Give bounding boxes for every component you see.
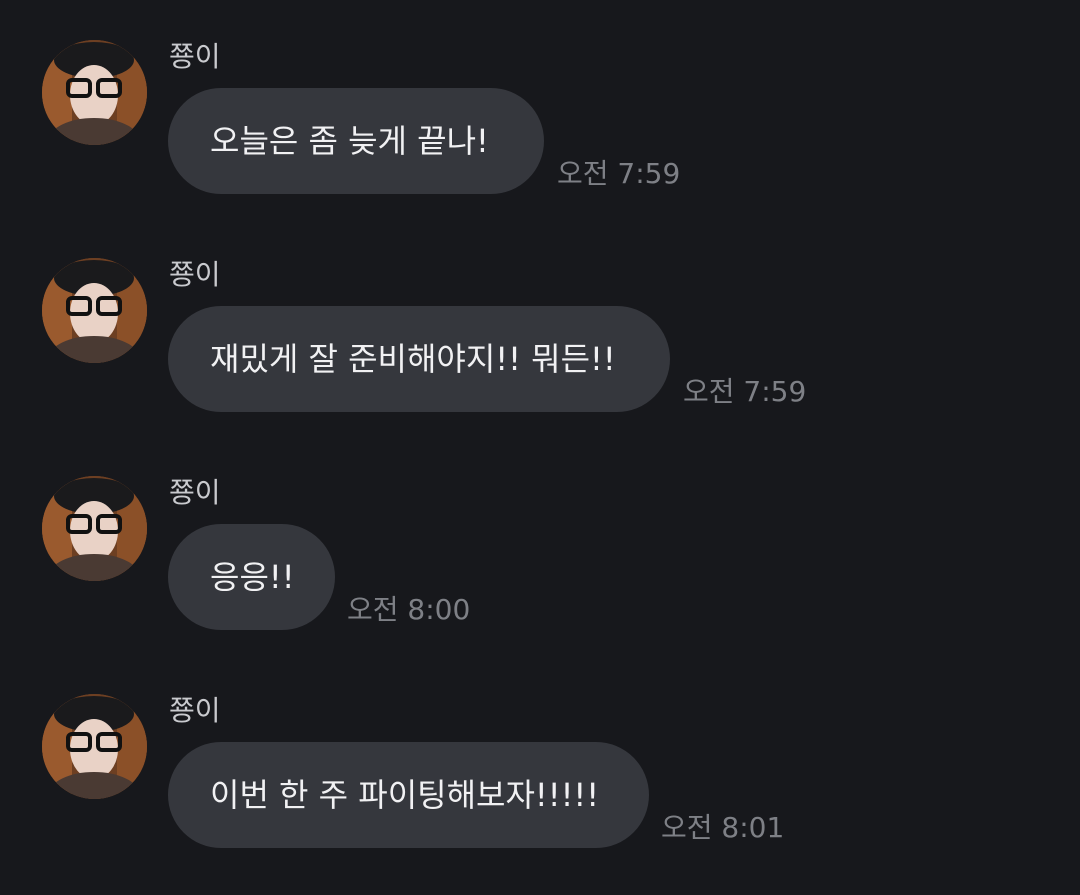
message-bubble[interactable]: 재밌게 잘 준비해야지!! 뭐든!! <box>168 306 670 412</box>
avatar[interactable] <box>42 40 147 145</box>
message-time: 오전 8:00 <box>347 593 471 626</box>
message-row: 쭁이 재밌게 잘 준비해야지!! 뭐든!! 오전 7:59 <box>0 218 1080 418</box>
sender-name: 쭁이 <box>169 40 221 73</box>
chat-list: 쭁이 오늘은 좀 늦게 끝나! 오전 7:59 쭁이 재밌게 잘 준비해야지!!… <box>0 0 1080 895</box>
message-time: 오전 7:59 <box>683 375 807 408</box>
avatar[interactable] <box>42 694 147 799</box>
message-row: 쭁이 이번 한 주 파이팅해보자!!!!! 오전 8:01 <box>0 654 1080 854</box>
sender-name: 쭁이 <box>169 258 221 291</box>
message-row: 쭁이 응응!! 오전 8:00 <box>0 436 1080 636</box>
message-bubble[interactable]: 오늘은 좀 늦게 끝나! <box>168 88 544 194</box>
profile-photo-icon <box>42 476 147 581</box>
message-time: 오전 8:01 <box>661 811 785 844</box>
profile-photo-icon <box>42 694 147 799</box>
message-bubble[interactable]: 이번 한 주 파이팅해보자!!!!! <box>168 742 649 848</box>
message-time: 오전 7:59 <box>557 157 681 190</box>
profile-photo-icon <box>42 40 147 145</box>
message-bubble[interactable]: 응응!! <box>168 524 335 630</box>
sender-name: 쭁이 <box>169 476 221 509</box>
message-row: 쭁이 오늘은 좀 늦게 끝나! 오전 7:59 <box>0 0 1080 200</box>
avatar[interactable] <box>42 258 147 363</box>
sender-name: 쭁이 <box>169 694 221 727</box>
avatar[interactable] <box>42 476 147 581</box>
profile-photo-icon <box>42 258 147 363</box>
